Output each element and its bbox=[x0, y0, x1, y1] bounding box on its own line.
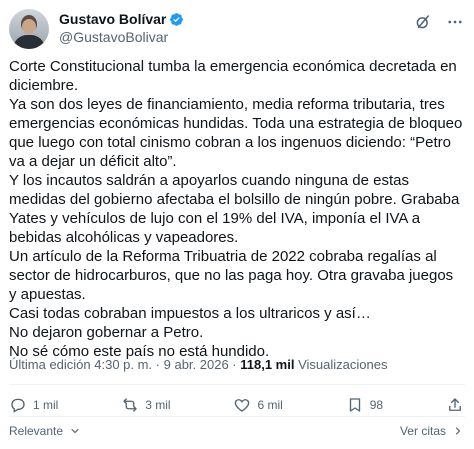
author-handle[interactable]: @GustavoBolivar bbox=[59, 29, 184, 46]
reply-count: 1 mil bbox=[33, 398, 59, 412]
tweet-text: Corte Constitucional tumba la emergencia… bbox=[9, 57, 464, 361]
grok-icon[interactable] bbox=[414, 13, 432, 31]
bookmark-icon bbox=[349, 398, 360, 412]
tweet-paragraph: Y los incautos saldrán a apoyarlos cuand… bbox=[9, 172, 460, 246]
author-block[interactable]: Gustavo Bolívar @GustavoBolivar bbox=[59, 9, 184, 46]
bookmark-count: 98 bbox=[369, 398, 384, 412]
tweet-paragraph: Casi todas cobraban impuestos a los ultr… bbox=[9, 305, 371, 322]
bookmark-button[interactable]: 98 bbox=[346, 396, 383, 414]
quotes-label: Ver citas bbox=[399, 424, 446, 438]
like-button[interactable]: 6 mil bbox=[233, 396, 283, 414]
edited-timestamp[interactable]: Última edición 4:30 p. m. · 9 abr. 2026 … bbox=[9, 357, 237, 372]
more-options-icon[interactable] bbox=[446, 13, 464, 31]
reply-button[interactable]: 1 mil bbox=[9, 396, 58, 414]
chevron-right-icon bbox=[455, 427, 461, 435]
tweet-meta: Última edición 4:30 p. m. · 9 abr. 2026 … bbox=[9, 357, 387, 373]
repost-button[interactable]: 3 mil bbox=[121, 396, 171, 414]
tweet-card: Gustavo Bolívar @GustavoBolivar Corte Co… bbox=[0, 0, 474, 449]
tweet-header: Gustavo Bolívar @GustavoBolivar bbox=[9, 9, 464, 49]
action-bar: 1 mil 3 mil 6 mil 98 bbox=[9, 394, 464, 416]
sort-label: Relevante bbox=[9, 424, 64, 438]
replies-footer: Relevante Ver citas bbox=[9, 423, 464, 439]
repost-icon bbox=[123, 398, 137, 412]
chevron-down-icon bbox=[71, 428, 79, 434]
views-label: Visualizaciones bbox=[298, 357, 388, 372]
share-button[interactable] bbox=[446, 396, 464, 414]
view-quotes-link[interactable]: Ver citas bbox=[400, 424, 464, 438]
avatar[interactable] bbox=[9, 9, 49, 49]
author-name[interactable]: Gustavo Bolívar bbox=[59, 11, 166, 28]
tweet-paragraph: No dejaron gobernar a Petro. bbox=[9, 324, 204, 341]
divider bbox=[9, 416, 465, 417]
verified-badge-icon bbox=[170, 13, 184, 26]
like-count: 6 mil bbox=[257, 398, 283, 412]
share-icon bbox=[449, 398, 461, 411]
sort-dropdown[interactable]: Relevante bbox=[9, 424, 81, 438]
tweet-paragraph: Un artículo de la Reforma Tribuatria de … bbox=[9, 248, 454, 303]
reply-icon bbox=[11, 398, 25, 413]
divider bbox=[9, 384, 465, 385]
repost-count: 3 mil bbox=[145, 398, 171, 412]
tweet-paragraph: Corte Constitucional tumba la emergencia… bbox=[9, 58, 457, 94]
tweet-paragraph: Ya son dos leyes de financiamiento, medi… bbox=[9, 96, 463, 170]
views-count: 118,1 mil bbox=[240, 357, 295, 372]
heart-icon bbox=[235, 399, 250, 412]
